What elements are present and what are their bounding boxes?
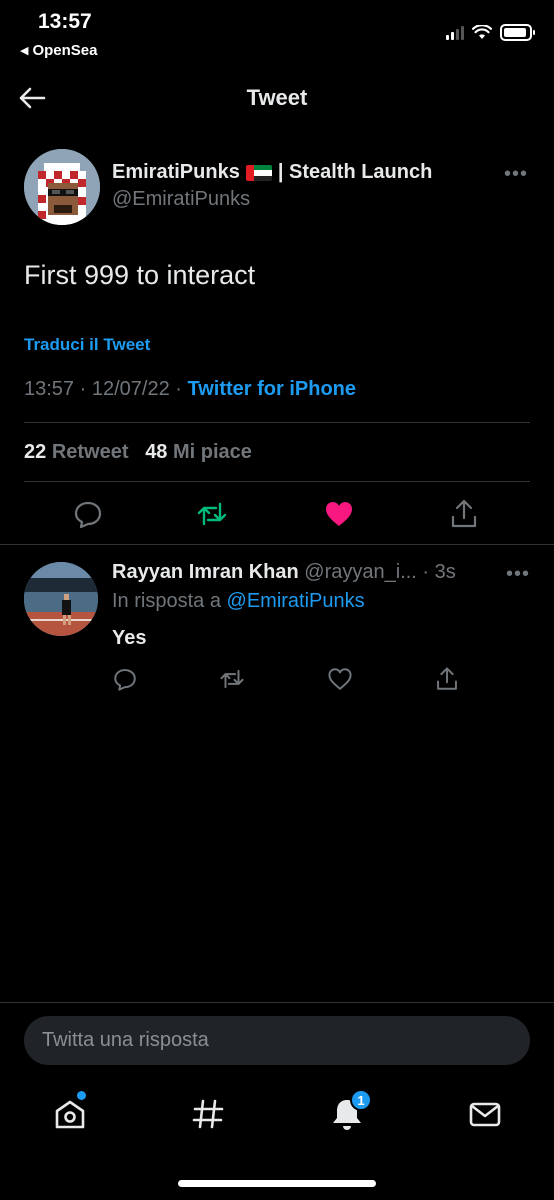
tab-messages[interactable]	[465, 1094, 505, 1134]
reply-author-avatar[interactable]	[24, 562, 98, 636]
divider	[24, 481, 530, 482]
hashtag-icon	[192, 1099, 224, 1129]
likes-stat[interactable]: 48 Mi piace	[145, 441, 252, 463]
author-name-text: EmiratiPunks	[112, 161, 240, 183]
tab-home[interactable]	[50, 1091, 90, 1134]
home-indicator	[178, 1180, 376, 1187]
status-indicators	[446, 24, 535, 41]
reply-header: Rayyan Imran Khan @rayyan_i... · 3s	[112, 561, 456, 583]
reply-more-options-icon[interactable]: •••	[506, 563, 530, 586]
reply-context: In risposta a @EmiratiPunks	[112, 590, 365, 613]
tweet-source-link[interactable]: Twitter for iPhone	[187, 378, 356, 400]
reply-retweet-icon[interactable]	[219, 666, 245, 692]
tab-notifications[interactable]: 1	[327, 1089, 372, 1134]
reply-to-prefix: In risposta a	[112, 590, 221, 612]
author-name[interactable]: EmiratiPunks | Stealth Launch	[112, 161, 432, 184]
author-avatar[interactable]	[24, 149, 100, 225]
tweet-meta: 13:57 · 12/07/22 · Twitter for iPhone	[24, 378, 356, 400]
back-to-app-link[interactable]: ◀ OpenSea	[20, 42, 98, 59]
translate-tweet-link[interactable]: Traduci il Tweet	[24, 335, 150, 355]
back-triangle-icon: ◀	[20, 45, 29, 57]
home-new-dot	[77, 1091, 86, 1100]
retweet-label: Retweet	[51, 441, 129, 463]
share-icon[interactable]	[448, 498, 480, 530]
pixel-punk-avatar-icon	[24, 149, 100, 225]
notifications-badge: 1	[350, 1089, 372, 1111]
retweet-count: 22	[24, 441, 47, 463]
wifi-icon	[472, 25, 492, 39]
back-app-label: OpenSea	[32, 42, 98, 59]
reply-like-icon[interactable]	[327, 666, 353, 692]
battery-icon	[500, 24, 535, 41]
reply-author-handle[interactable]: @rayyan_i...	[304, 561, 417, 583]
tennis-photo-avatar-icon	[24, 562, 98, 636]
reply-age: 3s	[434, 561, 456, 583]
page-title: Tweet	[246, 85, 308, 110]
retweet-icon[interactable]	[196, 498, 228, 530]
like-heart-icon[interactable]	[323, 498, 355, 530]
tweet-time: 13:57	[24, 378, 75, 400]
reply-to-handle-link[interactable]: @EmiratiPunks	[227, 590, 365, 612]
reply-text: Yes	[112, 627, 147, 649]
author-handle[interactable]: @EmiratiPunks	[112, 188, 250, 211]
reply-author-name[interactable]: Rayyan Imran Khan	[112, 561, 299, 583]
home-icon	[55, 1100, 85, 1129]
reply-reply-icon[interactable]	[112, 666, 138, 692]
tweet-stats: 22 Retweet 48 Mi piace	[24, 441, 252, 464]
retweets-stat[interactable]: 22 Retweet	[24, 441, 129, 463]
divider	[0, 544, 554, 545]
author-name-suffix: | Stealth Launch	[277, 161, 433, 183]
tweet-text: First 999 to interact	[24, 260, 256, 290]
divider	[24, 422, 530, 423]
mail-icon	[469, 1102, 501, 1127]
uae-flag-icon	[245, 164, 272, 181]
like-label: Mi piace	[173, 441, 252, 463]
like-count: 48	[145, 441, 168, 463]
tab-explore[interactable]	[188, 1094, 228, 1134]
more-options-icon[interactable]: •••	[504, 163, 528, 186]
reply-share-icon[interactable]	[434, 666, 460, 692]
reply-composer-input[interactable]: Twitta una risposta	[24, 1016, 530, 1065]
tweet-date: 12/07/22	[91, 378, 170, 400]
status-time: 13:57	[38, 10, 92, 33]
cellular-signal-icon	[446, 25, 464, 40]
divider	[0, 1002, 554, 1003]
reply-icon[interactable]	[72, 498, 104, 530]
